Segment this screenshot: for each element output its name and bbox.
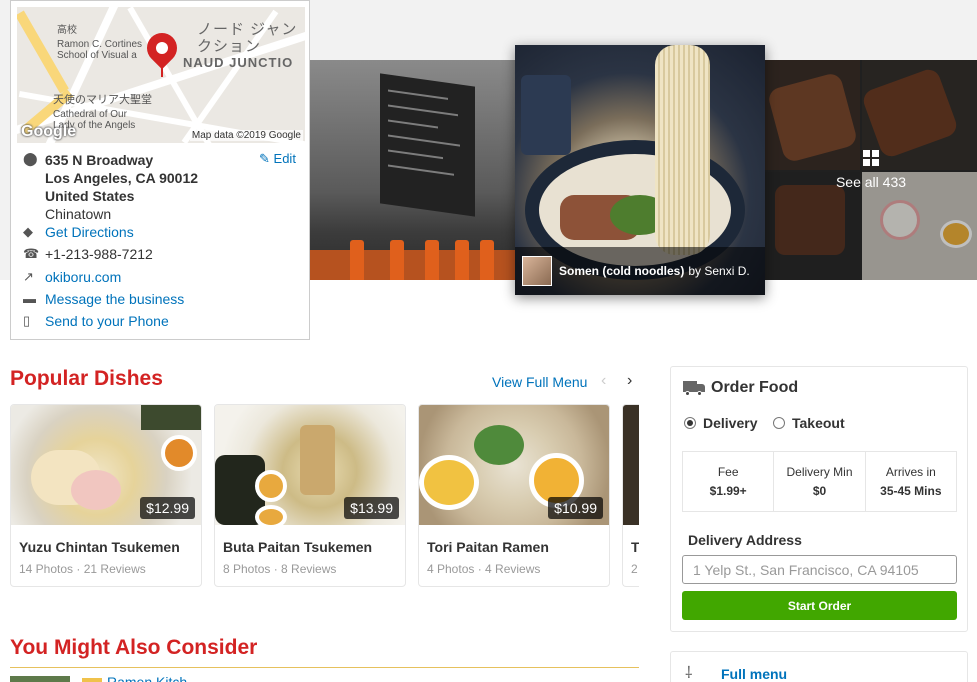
- message-business-link[interactable]: ▬ Message the business: [23, 291, 184, 307]
- dish-meta: 14 Photos · 21 Reviews: [19, 562, 146, 576]
- order-food-title: Order Food: [683, 379, 798, 397]
- full-menu-card[interactable]: ⸸ Full menu: [670, 651, 968, 682]
- phone-number: +1-213-988-7212: [45, 246, 153, 262]
- dish-meta: 2: [631, 562, 638, 576]
- radio-selected: [684, 417, 696, 429]
- chalkboard: [380, 73, 475, 217]
- address-block: ⬤ 635 N Broadway Los Angeles, CA 90012 U…: [23, 151, 198, 223]
- city: Los Angeles, CA 90012: [45, 170, 199, 186]
- neighborhood: Chinatown: [45, 206, 112, 222]
- country: United States: [45, 188, 135, 204]
- see-all-photos[interactable]: See all 433: [765, 60, 977, 280]
- takeout-radio[interactable]: Takeout: [773, 415, 845, 431]
- start-order-button[interactable]: Start Order: [682, 591, 957, 620]
- external-link-icon: ↗: [23, 269, 34, 284]
- map-label-jp-junction: ノード ジャンクション: [197, 21, 298, 55]
- view-full-menu-link[interactable]: View Full Menu: [492, 374, 587, 390]
- dish-card-partial[interactable]: T 2: [622, 404, 639, 587]
- dish-meta: 4 Photos · 4 Reviews: [427, 562, 541, 576]
- arrival-stat: Arrives in 35-45 Mins: [880, 465, 942, 498]
- caption-title[interactable]: Somen (cold noodles): [559, 264, 684, 278]
- location-card: 高校 Ramon C. Cortines School of Visual a …: [10, 0, 310, 340]
- delivery-radio[interactable]: Delivery: [684, 415, 757, 431]
- google-logo: Google: [21, 123, 77, 140]
- photo-featured-somen[interactable]: Somen (cold noodles) by Senxi D.: [515, 45, 765, 295]
- order-food-card: Order Food Delivery Takeout Fee $1.99+ D…: [670, 366, 968, 632]
- website-link[interactable]: ↗ okiboru.com: [23, 269, 121, 285]
- map-label-school: Ramon C. Cortines School of Visual a: [57, 39, 143, 61]
- photo-grid-see-all[interactable]: See all 433: [765, 60, 977, 280]
- divider: [10, 667, 639, 668]
- truck-icon: [683, 381, 705, 396]
- dish-name: Buta Paitan Tsukemen: [223, 539, 373, 555]
- delivery-address-label: Delivery Address: [688, 532, 802, 548]
- dish-name: T: [631, 539, 639, 555]
- dish-card[interactable]: $12.99 Yuzu Chintan Tsukemen 14 Photos ·…: [10, 404, 202, 587]
- send-to-phone-link[interactable]: ▯ Send to your Phone: [23, 313, 169, 329]
- price-badge: $13.99: [344, 497, 399, 519]
- map-label-jp-cathedral: 天使のマリア大聖堂: [53, 94, 152, 106]
- map[interactable]: 高校 Ramon C. Cortines School of Visual a …: [17, 7, 305, 143]
- map-credit: Map data ©2019 Google: [189, 130, 303, 141]
- stool: [480, 240, 494, 280]
- noodles: [655, 45, 710, 255]
- stool: [390, 240, 404, 280]
- phone-row: ☎ +1-213-988-7212: [23, 246, 153, 262]
- mobile-phone-icon: ▯: [23, 313, 31, 328]
- radio-unselected: [773, 417, 785, 429]
- phone-icon: ☎: [23, 246, 40, 261]
- consider-title: You Might Also Consider: [10, 636, 258, 659]
- cup: [521, 75, 571, 155]
- avatar[interactable]: [522, 256, 552, 286]
- consider-thumbnail[interactable]: [10, 676, 70, 682]
- fork-knife-icon: ⸸: [685, 665, 693, 682]
- chevron-left-icon[interactable]: ‹: [601, 372, 606, 390]
- delivery-address-input[interactable]: [682, 555, 957, 584]
- map-label-jp: 高校: [57, 25, 77, 36]
- popular-dishes-title: Popular Dishes: [10, 367, 163, 390]
- dish-card[interactable]: $13.99 Buta Paitan Tsukemen 8 Photos · 8…: [214, 404, 406, 587]
- caption-author: by Senxi D.: [688, 264, 750, 278]
- photo-restaurant-interior[interactable]: [310, 60, 515, 280]
- dish-meta: 8 Photos · 8 Reviews: [223, 562, 337, 576]
- photo-caption: Somen (cold noodles) by Senxi D.: [515, 247, 765, 295]
- price-badge: $12.99: [140, 497, 195, 519]
- get-directions-link[interactable]: ◆ Get Directions: [23, 224, 134, 240]
- delivery-min-stat: Delivery Min $0: [774, 452, 866, 511]
- price-badge: $10.99: [548, 497, 603, 519]
- speech-bubble-icon: ▬: [23, 291, 36, 306]
- stool: [425, 240, 439, 280]
- see-all-label: See all 433: [835, 174, 907, 190]
- fee-stat: Fee $1.99+: [683, 452, 775, 511]
- consider-business-link[interactable]: Ramen Kitch: [107, 674, 187, 682]
- stool: [455, 240, 469, 280]
- pencil-icon: ✎: [259, 151, 270, 166]
- grid-icon: [863, 150, 879, 166]
- street: 635 N Broadway: [45, 152, 154, 168]
- delivery-stats: Fee $1.99+ Delivery Min $0 Arrives in 35…: [682, 451, 957, 512]
- dish-name: Tori Paitan Ramen: [427, 539, 549, 555]
- map-marker-icon: ⬤: [23, 151, 38, 166]
- ad-badge: [82, 678, 102, 682]
- dish-name: Yuzu Chintan Tsukemen: [19, 539, 180, 555]
- edit-link[interactable]: ✎ Edit: [259, 151, 296, 167]
- map-label-junction: NAUD JUNCTIO: [183, 55, 294, 70]
- dish-card[interactable]: $10.99 Tori Paitan Ramen 4 Photos · 4 Re…: [418, 404, 610, 587]
- full-menu-link[interactable]: Full menu: [721, 666, 787, 682]
- chevron-right-icon[interactable]: ›: [627, 372, 632, 390]
- directions-icon: ◆: [23, 224, 33, 239]
- stool: [350, 240, 364, 280]
